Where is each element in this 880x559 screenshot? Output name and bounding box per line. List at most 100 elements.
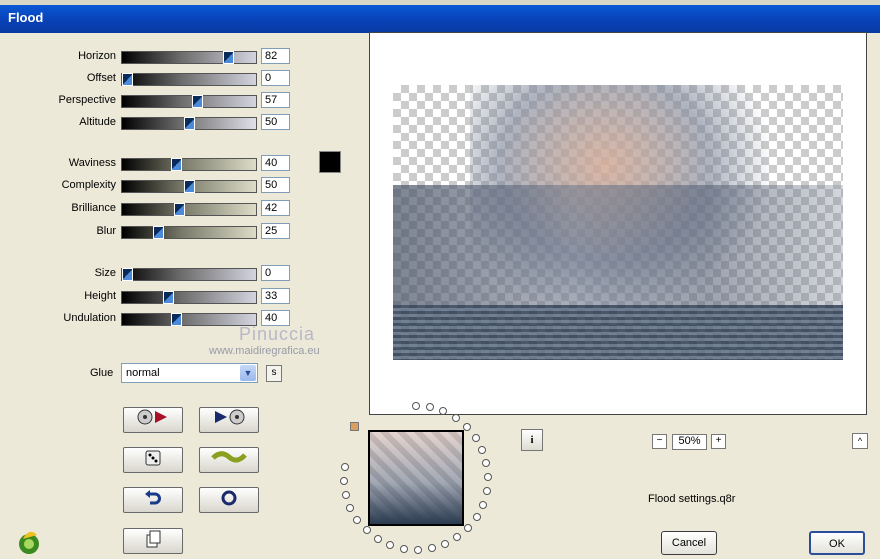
param-slider[interactable] — [121, 226, 257, 239]
param-row-size: Size 0 — [0, 265, 300, 283]
slider-thumb[interactable] — [171, 158, 182, 171]
param-row-waviness: Waviness 40 — [0, 155, 300, 173]
param-slider[interactable] — [121, 73, 257, 86]
param-value-field[interactable]: 25 — [261, 223, 290, 239]
dial-dot[interactable] — [362, 526, 371, 535]
param-slider[interactable] — [121, 268, 257, 281]
slider-thumb[interactable] — [122, 268, 133, 281]
param-row-altitude: Altitude 50 — [0, 114, 300, 132]
dial-dot[interactable] — [451, 413, 460, 422]
dial-dot[interactable] — [462, 422, 471, 431]
param-slider[interactable] — [121, 95, 257, 108]
param-row-complexity: Complexity 50 — [0, 177, 300, 195]
param-slider[interactable] — [121, 180, 257, 193]
slider-thumb[interactable] — [184, 117, 195, 130]
zoom-level: 50% — [672, 434, 707, 450]
dial-dot[interactable] — [353, 515, 362, 524]
chevron-down-icon[interactable]: ▼ — [240, 365, 256, 381]
param-row-height: Height 33 — [0, 288, 300, 306]
cancel-button[interactable]: Cancel — [661, 531, 717, 555]
title-bar: Flood — [0, 0, 880, 33]
param-slider[interactable] — [121, 158, 257, 171]
play-settings-button[interactable] — [123, 407, 183, 433]
slider-thumb[interactable] — [223, 51, 234, 64]
dial-dot[interactable] — [471, 433, 480, 442]
dial-dot[interactable] — [441, 539, 449, 548]
slider-thumb[interactable] — [171, 313, 182, 326]
glue-s-button[interactable]: s — [266, 365, 282, 382]
undo-icon — [143, 490, 163, 512]
preview-blur-mid — [393, 185, 843, 305]
dial-dot[interactable] — [482, 459, 491, 468]
param-value-field[interactable]: 57 — [261, 92, 290, 108]
slider-thumb[interactable] — [122, 73, 133, 86]
info-button[interactable]: i — [521, 429, 543, 451]
dial-dot[interactable] — [483, 473, 492, 482]
glue-label: Glue — [90, 367, 114, 379]
param-value-field[interactable]: 33 — [261, 288, 290, 304]
dial-dot[interactable] — [386, 541, 395, 550]
param-value-field[interactable]: 82 — [261, 48, 290, 64]
dial-dot[interactable] — [478, 500, 487, 509]
param-slider[interactable] — [121, 117, 257, 130]
param-slider[interactable] — [121, 313, 257, 326]
slider-thumb[interactable] — [184, 180, 195, 193]
dial-dot[interactable] — [373, 535, 382, 544]
color-swatch[interactable] — [319, 151, 341, 173]
slider-thumb[interactable] — [163, 291, 174, 304]
dial-dot[interactable] — [346, 503, 355, 512]
param-row-blur: Blur 25 — [0, 223, 300, 241]
param-label: Undulation — [63, 312, 116, 324]
wave-button[interactable] — [199, 447, 259, 473]
slider-thumb[interactable] — [174, 203, 185, 216]
wave-icon — [211, 451, 247, 470]
param-label: Waviness — [68, 157, 116, 169]
dial-dot[interactable] — [413, 545, 422, 554]
dial-dot[interactable] — [341, 490, 350, 499]
param-row-horizon: Horizon 82 — [0, 48, 300, 66]
reset-button[interactable] — [199, 487, 259, 513]
param-value-field[interactable]: 50 — [261, 177, 290, 193]
dice-icon — [143, 450, 163, 472]
param-value-field[interactable]: 50 — [261, 114, 290, 130]
settings-play-button[interactable] — [199, 407, 259, 433]
watermark-url: www.maidiregrafica.eu — [209, 345, 320, 357]
glue-select[interactable]: normal ▼ — [121, 363, 258, 383]
play-settings-icon — [135, 409, 171, 430]
dial-dot[interactable] — [412, 402, 420, 410]
slider-thumb[interactable] — [153, 226, 164, 239]
copy-button[interactable] — [123, 528, 183, 554]
navigator-thumbnail[interactable] — [368, 430, 464, 526]
dial-dot[interactable] — [340, 462, 349, 471]
dial-dot[interactable] — [482, 487, 491, 496]
param-value-field[interactable]: 40 — [261, 155, 290, 171]
dial-dot[interactable] — [472, 512, 481, 521]
dial-dot[interactable] — [399, 544, 408, 553]
settings-filename: Flood settings.q8r — [648, 493, 736, 505]
navigator-marker[interactable] — [350, 422, 359, 431]
param-slider[interactable] — [121, 51, 257, 64]
dial-dot[interactable] — [478, 445, 487, 454]
param-label: Size — [94, 267, 116, 279]
param-value-field[interactable]: 42 — [261, 200, 290, 216]
dial-dot[interactable] — [463, 523, 472, 532]
slider-thumb[interactable] — [192, 95, 203, 108]
dial-dot[interactable] — [453, 533, 462, 542]
param-value-field[interactable]: 0 — [261, 70, 290, 86]
dial-dot[interactable] — [427, 544, 436, 553]
zoom-out-button[interactable]: − — [652, 434, 667, 449]
param-slider[interactable] — [121, 203, 257, 216]
param-value-field[interactable]: 0 — [261, 265, 290, 281]
ok-button[interactable]: OK — [809, 531, 865, 555]
zoom-in-button[interactable]: + — [711, 434, 726, 449]
param-label: Complexity — [61, 179, 116, 191]
randomize-button[interactable] — [123, 447, 183, 473]
window-title: Flood — [8, 10, 44, 25]
dial-dot[interactable] — [340, 476, 349, 485]
undo-button[interactable] — [123, 487, 183, 513]
watermark-name: Pinuccia — [239, 324, 316, 344]
param-slider[interactable] — [121, 291, 257, 304]
collapse-button[interactable]: ^ — [852, 433, 868, 449]
copy-icon — [143, 530, 163, 553]
param-row-brilliance: Brilliance 42 — [0, 200, 300, 218]
